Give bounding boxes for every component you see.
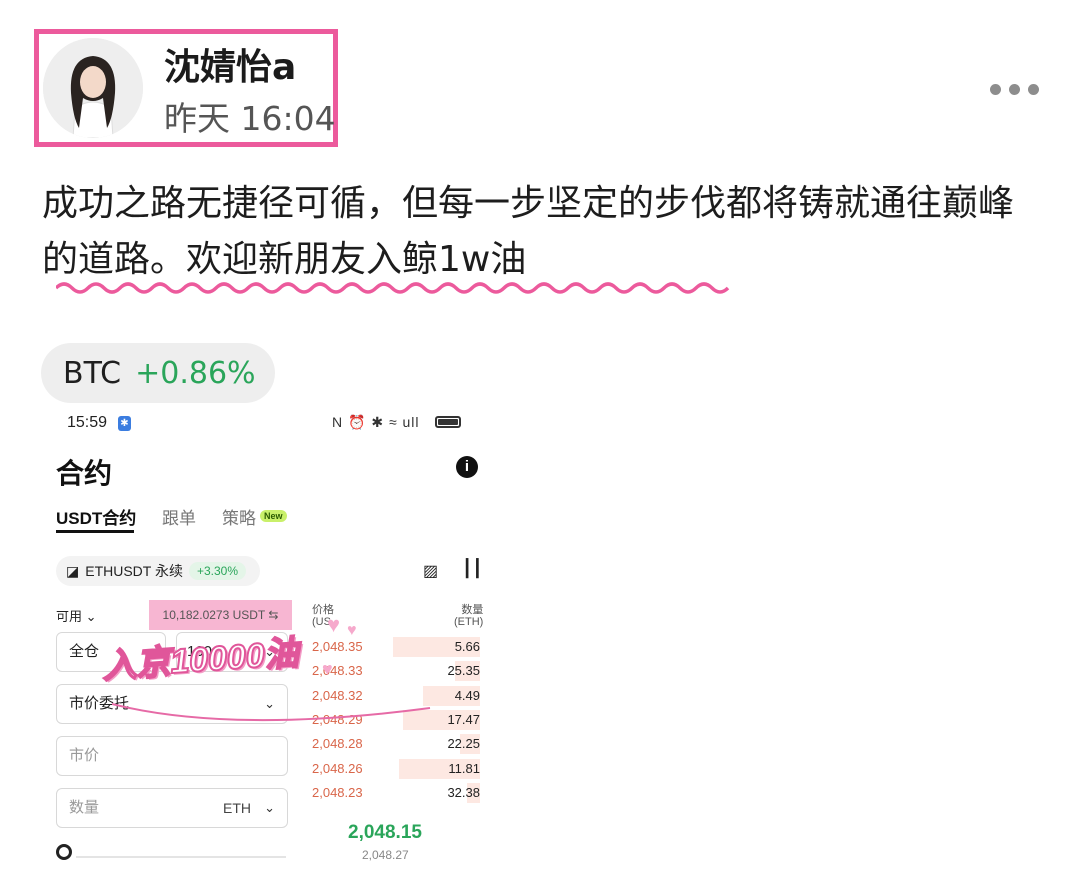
bluetooth-icon: ✱ xyxy=(118,416,131,431)
new-badge: New xyxy=(260,510,287,522)
tab-underline xyxy=(56,530,134,533)
post-time: 昨天 16:04 xyxy=(164,99,334,138)
ticker-chip[interactable]: BTC +0.86% xyxy=(41,343,275,403)
chevron-down-icon: ⌄ xyxy=(264,800,275,815)
sticker-swoosh xyxy=(112,703,431,722)
status-icons: N ⏰ ✱ ≈ ull xyxy=(332,414,420,430)
more-horizontal-icon[interactable] xyxy=(990,74,1050,104)
info-icon[interactable]: i xyxy=(456,456,478,478)
heart-icon: ♥ xyxy=(327,612,341,637)
last-price: 2,048.15 xyxy=(348,822,422,843)
page-title: 合约 xyxy=(56,458,113,489)
mark-price: 2,048.27 xyxy=(362,848,409,862)
pair-change: +3.30% xyxy=(188,562,247,580)
ask-price: 2,048.23 xyxy=(312,784,363,800)
ticker-symbol: BTC xyxy=(63,355,122,391)
chevron-down-icon: ⌄ xyxy=(85,609,97,624)
tab-usdt-futures[interactable]: USDT合约 xyxy=(56,504,136,529)
qty-currency[interactable]: ETH xyxy=(223,789,251,827)
tab-strategy[interactable]: 策略 xyxy=(222,504,256,529)
ask-quantity: 22.25 xyxy=(447,736,480,752)
orderbook-qty-header: 数量 (ETH) xyxy=(454,604,484,628)
orderbook-row[interactable]: 2,048.26 11.81 xyxy=(312,758,480,780)
ask-quantity: 32.38 xyxy=(447,784,480,800)
post-body: 成功之路无捷径可循，但每一步坚定的步伐都将铸就通往巅峰的道路。欢迎新朋友入鲸1w… xyxy=(42,183,1015,280)
ask-quantity: 5.66 xyxy=(454,639,480,654)
wavy-underline xyxy=(56,282,730,294)
pair-selector[interactable]: ◪ ETHUSDT 永续 +3.30% xyxy=(56,556,261,586)
status-time: 15:59 xyxy=(67,414,108,431)
tab-copy-trade[interactable]: 跟单 xyxy=(162,504,196,529)
orderbook-row[interactable]: 2,048.23 32.38 xyxy=(312,782,480,804)
ask-quantity: 11.81 xyxy=(448,760,480,776)
available-label: 可用 ⌄ xyxy=(56,609,97,624)
chart-icon[interactable]: ▨ xyxy=(423,561,438,581)
post-image[interactable]: 15:59 ✱ N ⏰ ✱ ≈ ull 合约 i USDT合约 跟单 策略 Ne… xyxy=(42,404,498,864)
avatar-portrait-icon xyxy=(43,38,143,138)
avatar[interactable] xyxy=(43,38,143,138)
author-name[interactable]: 沈婧怡a xyxy=(164,38,296,90)
leverage-slider-track[interactable] xyxy=(76,856,286,858)
ask-price: 2,048.33 xyxy=(312,663,363,679)
ask-quantity: 17.47 xyxy=(447,711,480,727)
pair-name: ETHUSDT 永续 xyxy=(85,563,183,579)
heart-icon: ♥ xyxy=(347,622,357,639)
orderbook-row[interactable]: 2,048.35 5.66 xyxy=(312,636,480,658)
price-input[interactable]: 市价 xyxy=(56,736,288,776)
quantity-input[interactable]: 数量 ETH ⌄ xyxy=(56,788,288,828)
heart-icon: ♥ xyxy=(322,659,333,679)
transfer-icon: ⇆ xyxy=(268,608,279,622)
pair-icon: ◪ xyxy=(66,562,80,579)
candlestick-icon[interactable]: ┃┃ xyxy=(462,559,482,579)
ask-price: 2,048.28 xyxy=(312,736,363,752)
ask-quantity: 25.35 xyxy=(447,663,480,679)
battery-icon xyxy=(435,416,461,428)
ticker-change: +0.86% xyxy=(135,355,256,391)
orderbook-row[interactable]: 2,048.33 25.35 xyxy=(312,660,480,682)
balance-value[interactable]: 10,182.0273 USDT ⇆ xyxy=(149,600,292,630)
slider-handle[interactable] xyxy=(56,844,72,860)
orderbook-row[interactable]: 2,048.28 22.25 xyxy=(312,733,480,755)
ask-price: 2,048.26 xyxy=(312,760,363,776)
ask-quantity: 4.49 xyxy=(454,687,480,703)
